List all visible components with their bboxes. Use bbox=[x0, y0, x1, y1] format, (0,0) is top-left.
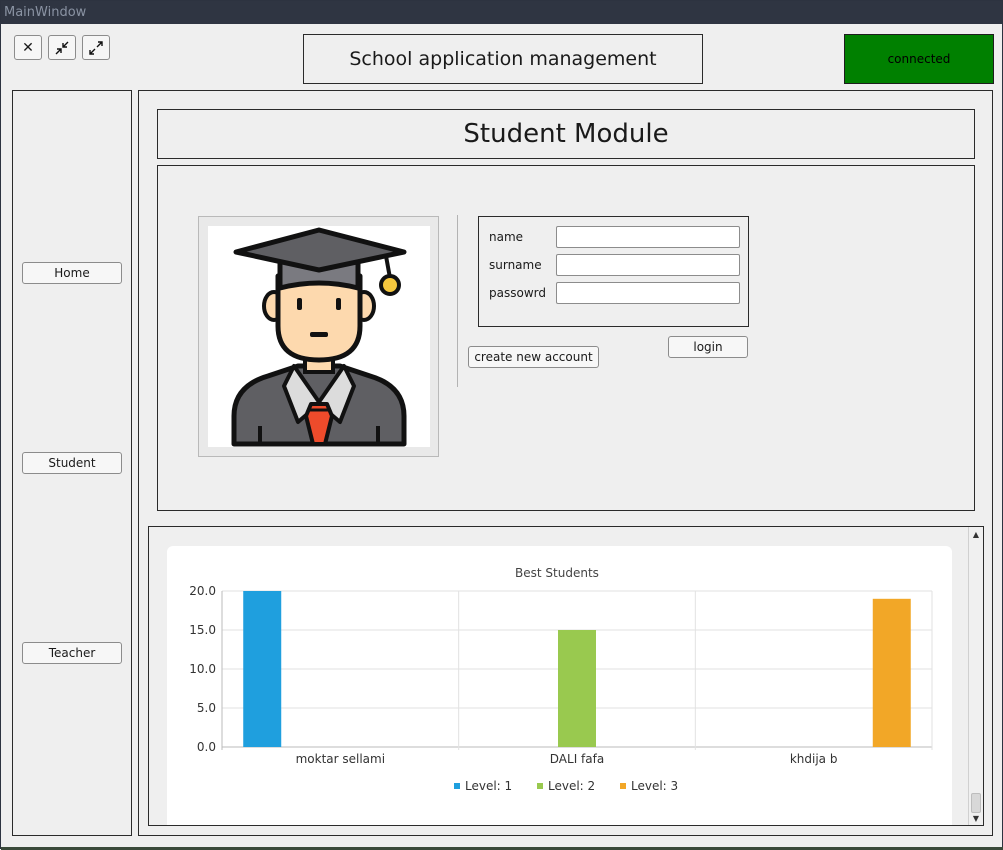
y-tick-label: 0.0 bbox=[197, 740, 216, 754]
minimize-button[interactable] bbox=[48, 35, 76, 60]
window-titlebar[interactable]: MainWindow bbox=[1, 1, 1002, 24]
legend-label: Level: 3 bbox=[631, 779, 678, 793]
maximize-icon bbox=[89, 40, 103, 55]
scrollbar-thumb[interactable] bbox=[971, 793, 981, 813]
legend-swatch bbox=[537, 783, 543, 789]
x-tick-label: DALI fafa bbox=[550, 752, 604, 766]
scroll-down-icon[interactable]: ▼ bbox=[969, 811, 983, 825]
sidebar-item-teacher[interactable]: Teacher bbox=[22, 642, 122, 664]
bar bbox=[558, 630, 596, 747]
password-field[interactable] bbox=[556, 282, 740, 304]
bar bbox=[243, 591, 282, 747]
avatar bbox=[208, 226, 430, 447]
bar bbox=[872, 598, 911, 747]
close-button[interactable]: ✕ bbox=[14, 35, 42, 60]
surname-field[interactable] bbox=[556, 254, 740, 276]
y-tick-label: 20.0 bbox=[189, 584, 216, 598]
create-account-button[interactable]: create new account bbox=[468, 346, 599, 368]
connection-status: connected bbox=[844, 34, 994, 84]
sidebar-item-home[interactable]: Home bbox=[22, 262, 122, 284]
panel-divider bbox=[457, 215, 458, 387]
app-title: School application management bbox=[303, 34, 703, 84]
legend-swatch bbox=[454, 783, 460, 789]
minimize-icon bbox=[55, 41, 69, 54]
legend-label: Level: 1 bbox=[465, 779, 512, 793]
legend-label: Level: 2 bbox=[548, 779, 595, 793]
y-tick-label: 10.0 bbox=[189, 662, 216, 676]
chart-title: Best Students bbox=[515, 566, 599, 580]
main-window: MainWindow ✕ School application manageme… bbox=[0, 0, 1003, 850]
scroll-up-icon[interactable]: ▲ bbox=[969, 527, 983, 541]
password-label: passowrd bbox=[489, 286, 546, 300]
name-label: name bbox=[489, 230, 524, 244]
login-button[interactable]: login bbox=[668, 336, 748, 358]
legend-swatch bbox=[620, 783, 626, 789]
close-icon: ✕ bbox=[22, 39, 34, 56]
y-tick-label: 5.0 bbox=[197, 701, 216, 715]
chart-card: Best Students 20.0 15.0 10.0 5.0 0.0 moktar se… bbox=[167, 546, 952, 825]
chart-scroll-area: Best Students 20.0 15.0 10.0 5.0 0.0 moktar se… bbox=[148, 526, 984, 826]
surname-label: surname bbox=[489, 258, 542, 272]
sidebar-item-student[interactable]: Student bbox=[22, 452, 122, 474]
x-tick-label: khdija b bbox=[790, 752, 838, 766]
x-tick-label: moktar sellami bbox=[296, 752, 385, 766]
login-form: name surname passowrd bbox=[478, 216, 749, 327]
maximize-button[interactable] bbox=[82, 35, 110, 60]
name-field[interactable] bbox=[556, 226, 740, 248]
best-students-chart: Best Students 20.0 15.0 10.0 5.0 0.0 moktar se… bbox=[189, 566, 933, 793]
y-tick-label: 15.0 bbox=[189, 623, 216, 637]
sidebar: Home Student Teacher bbox=[12, 90, 132, 836]
avatar-frame bbox=[198, 216, 439, 457]
graduate-student-icon bbox=[231, 227, 407, 447]
module-title: Student Module bbox=[157, 109, 975, 159]
vertical-scrollbar[interactable]: ▲ ▼ bbox=[968, 527, 983, 825]
